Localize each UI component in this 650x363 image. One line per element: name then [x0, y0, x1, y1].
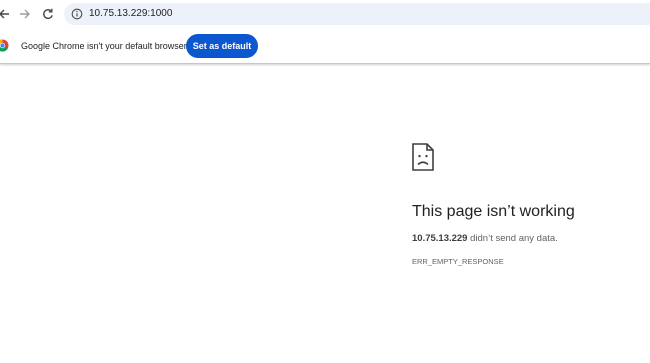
reload-icon	[43, 8, 53, 20]
arrow-left-icon	[0, 9, 9, 19]
default-browser-infobar: Google Chrome isn't your default browser…	[0, 28, 650, 64]
chrome-logo-icon	[0, 39, 9, 52]
forward-button[interactable]	[15, 4, 35, 24]
error-detail: 10.75.13.229 didn’t send any data.	[412, 233, 558, 245]
arrow-right-icon	[20, 9, 30, 19]
error-title: This page isn’t working	[412, 203, 575, 220]
address-bar[interactable]: 10.75.13.229:1000	[64, 3, 650, 25]
error-code: ERR_EMPTY_RESPONSE	[412, 257, 504, 266]
error-panel: This page isn’t working 10.75.13.229 did…	[412, 143, 575, 266]
infobar-message: Google Chrome isn't your default browser	[21, 41, 187, 51]
reload-button[interactable]	[38, 4, 58, 24]
browser-toolbar: 10.75.13.229:1000	[0, 0, 650, 28]
sad-document-icon	[412, 143, 434, 171]
back-button[interactable]	[0, 4, 14, 24]
info-icon	[71, 8, 83, 20]
url-text[interactable]: 10.75.13.229:1000	[89, 7, 172, 21]
set-as-default-button[interactable]: Set as default	[186, 34, 258, 58]
error-host: 10.75.13.229	[412, 233, 468, 244]
site-info-button[interactable]	[70, 7, 84, 21]
error-detail-suffix: didn’t send any data.	[467, 233, 558, 244]
